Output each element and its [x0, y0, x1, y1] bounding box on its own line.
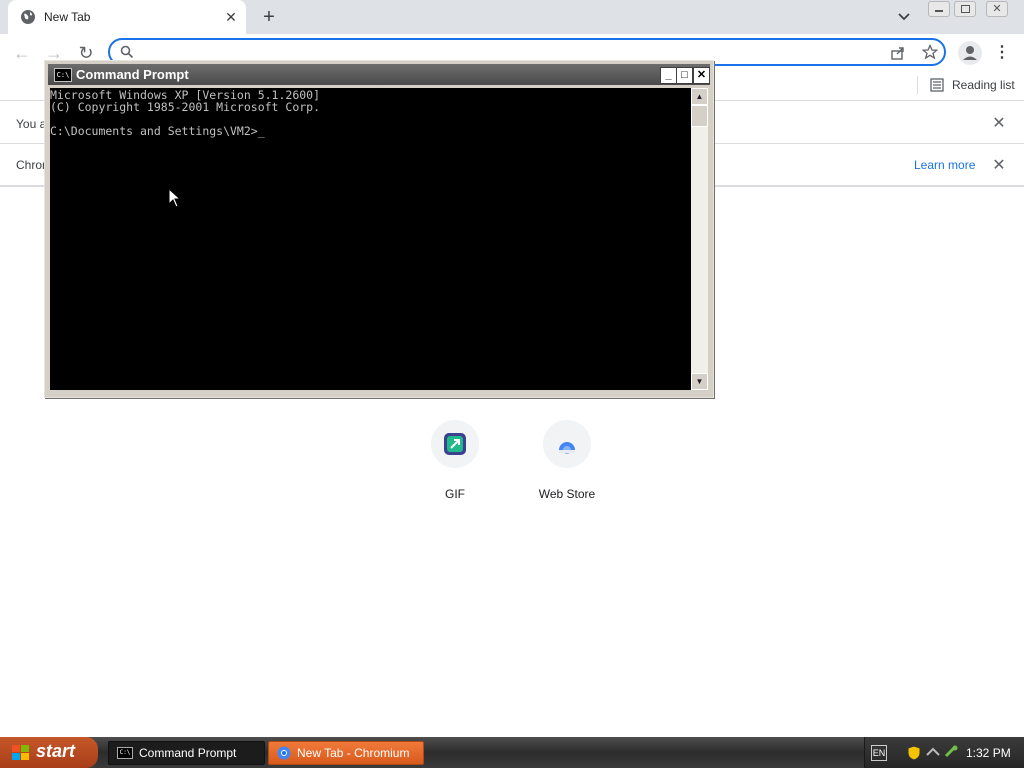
minimize-button[interactable]: _ — [660, 67, 677, 84]
shortcut-label: GIF — [445, 487, 465, 501]
close-button[interactable]: ✕ — [693, 67, 710, 84]
shortcut-web-store[interactable]: Web Store — [531, 420, 603, 501]
window-title: Command Prompt — [76, 67, 189, 82]
reading-list-button[interactable]: Reading list — [930, 77, 1015, 93]
clock: 1:32 PM — [966, 746, 1011, 760]
star-icon[interactable] — [922, 44, 938, 60]
divider — [917, 76, 918, 94]
scroll-down-icon[interactable]: ▼ — [691, 373, 708, 390]
console-line: (C) Copyright 1985-2001 Microsoft Corp. — [50, 100, 321, 114]
window-close-button[interactable]: ✕ — [986, 1, 1008, 17]
web-store-icon — [543, 420, 591, 468]
profile-avatar[interactable] — [958, 41, 982, 65]
close-icon[interactable]: ✕ — [991, 158, 1007, 174]
close-icon[interactable]: ✕ — [222, 8, 240, 26]
scroll-up-icon[interactable]: ▲ — [691, 88, 708, 105]
task-label: Command Prompt — [139, 746, 237, 760]
gif-app-icon — [431, 420, 479, 468]
maximize-button[interactable]: □ — [676, 67, 693, 84]
cmd-icon: C:\ — [54, 68, 72, 82]
start-button[interactable]: start — [0, 737, 98, 768]
command-prompt-window[interactable]: C:\ Command Prompt _ □ ✕ Microsoft Windo… — [44, 60, 714, 398]
menu-icon[interactable]: ⋮ — [994, 42, 1010, 64]
tab-title: New Tab — [44, 10, 91, 24]
tab-new-tab[interactable]: New Tab ✕ — [8, 0, 246, 34]
shortcut-label: Web Store — [538, 487, 596, 501]
person-icon — [963, 46, 977, 60]
reading-list-label: Reading list — [952, 78, 1015, 92]
windows-logo-icon — [12, 745, 29, 760]
search-icon — [120, 45, 134, 59]
back-icon[interactable]: ← — [10, 41, 34, 65]
safely-remove-icon[interactable] — [943, 744, 959, 760]
infobar-2-text: Chror — [16, 158, 47, 172]
cmd-icon: C:\ — [117, 747, 133, 759]
start-label: start — [36, 741, 76, 761]
security-shield-icon[interactable] — [907, 745, 921, 761]
chevron-down-icon[interactable] — [894, 8, 914, 26]
task-label: New Tab - Chromium — [297, 746, 410, 760]
taskbar-command-prompt[interactable]: C:\ Command Prompt — [108, 741, 265, 765]
scroll-thumb[interactable] — [691, 105, 708, 127]
shortcut-gif[interactable]: GIF — [419, 420, 491, 501]
share-icon[interactable] — [890, 45, 906, 61]
restore-button[interactable] — [954, 1, 976, 17]
new-tab-button[interactable]: + — [258, 6, 280, 28]
mouse-cursor-icon — [168, 188, 182, 208]
learn-more-link[interactable]: Learn more — [914, 158, 975, 172]
chromium-icon — [277, 746, 291, 760]
console-output[interactable]: Microsoft Windows XP [Version 5.1.2600] … — [50, 88, 691, 390]
tab-strip: New Tab ✕ + ✕ — [0, 0, 1024, 34]
console-text: Microsoft Windows XP [Version 5.1.2600] … — [50, 89, 320, 137]
language-icon[interactable]: EN — [871, 745, 887, 761]
console-prompt: C:\Documents and Settings\VM2>_ — [50, 124, 265, 138]
minimize-button[interactable] — [928, 1, 950, 17]
taskbar-new-tab-chromium[interactable]: New Tab - Chromium — [268, 741, 424, 765]
infobar-1-text: You a — [16, 117, 47, 131]
reading-list-icon — [930, 78, 944, 92]
globe-icon — [21, 10, 35, 24]
vertical-scrollbar[interactable]: ▲ ▼ — [691, 88, 708, 390]
window-titlebar[interactable]: C:\ Command Prompt _ □ ✕ — [48, 64, 710, 85]
network-icon[interactable] — [925, 745, 941, 759]
close-icon[interactable]: ✕ — [991, 116, 1007, 132]
